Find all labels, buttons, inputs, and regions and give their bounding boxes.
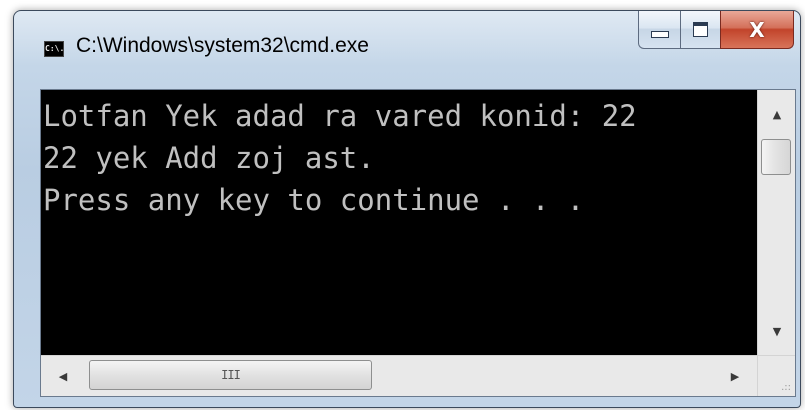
thumb-grip-icon: III [221, 368, 241, 382]
scroll-left-arrow-icon[interactable]: ◀ [43, 356, 83, 396]
cmd-window: C:\. C:\Windows\system32\cmd.exe X Lotfa… [13, 10, 801, 408]
close-icon: X [749, 17, 765, 42]
scroll-down-arrow-icon[interactable]: ▼ [758, 311, 796, 351]
title-bar[interactable]: C:\. C:\Windows\system32\cmd.exe X [14, 11, 800, 85]
vertical-scroll-thumb[interactable] [761, 139, 791, 175]
console-line: Press any key to continue . . . [43, 183, 585, 217]
console-output[interactable]: Lotfan Yek adad ra vared konid: 22 22 ye… [41, 90, 757, 355]
scroll-up-arrow-icon[interactable]: ▲ [758, 94, 796, 134]
console-line: 22 yek Add zoj ast. [43, 141, 375, 175]
minimize-icon [650, 31, 669, 38]
minimize-button[interactable] [638, 11, 680, 49]
close-button[interactable]: X [720, 11, 794, 49]
window-title: C:\Windows\system32\cmd.exe [76, 34, 369, 57]
console-line: Lotfan Yek adad ra vared konid: 22 [43, 99, 637, 133]
horizontal-scroll-thumb[interactable]: III [89, 360, 372, 390]
size-grip-icon[interactable]: .:: [757, 355, 795, 396]
vertical-scrollbar[interactable]: ▲ ▼ [757, 90, 795, 355]
horizontal-scrollbar[interactable]: ◀ III ▶ [41, 355, 757, 396]
cmd-app-icon[interactable]: C:\. [44, 41, 64, 57]
scroll-right-arrow-icon[interactable]: ▶ [715, 356, 755, 396]
console-client-area: Lotfan Yek adad ra vared konid: 22 22 ye… [40, 89, 796, 397]
maximize-button[interactable] [680, 11, 720, 49]
caption-buttons: X [638, 11, 794, 51]
maximize-icon [693, 22, 708, 37]
